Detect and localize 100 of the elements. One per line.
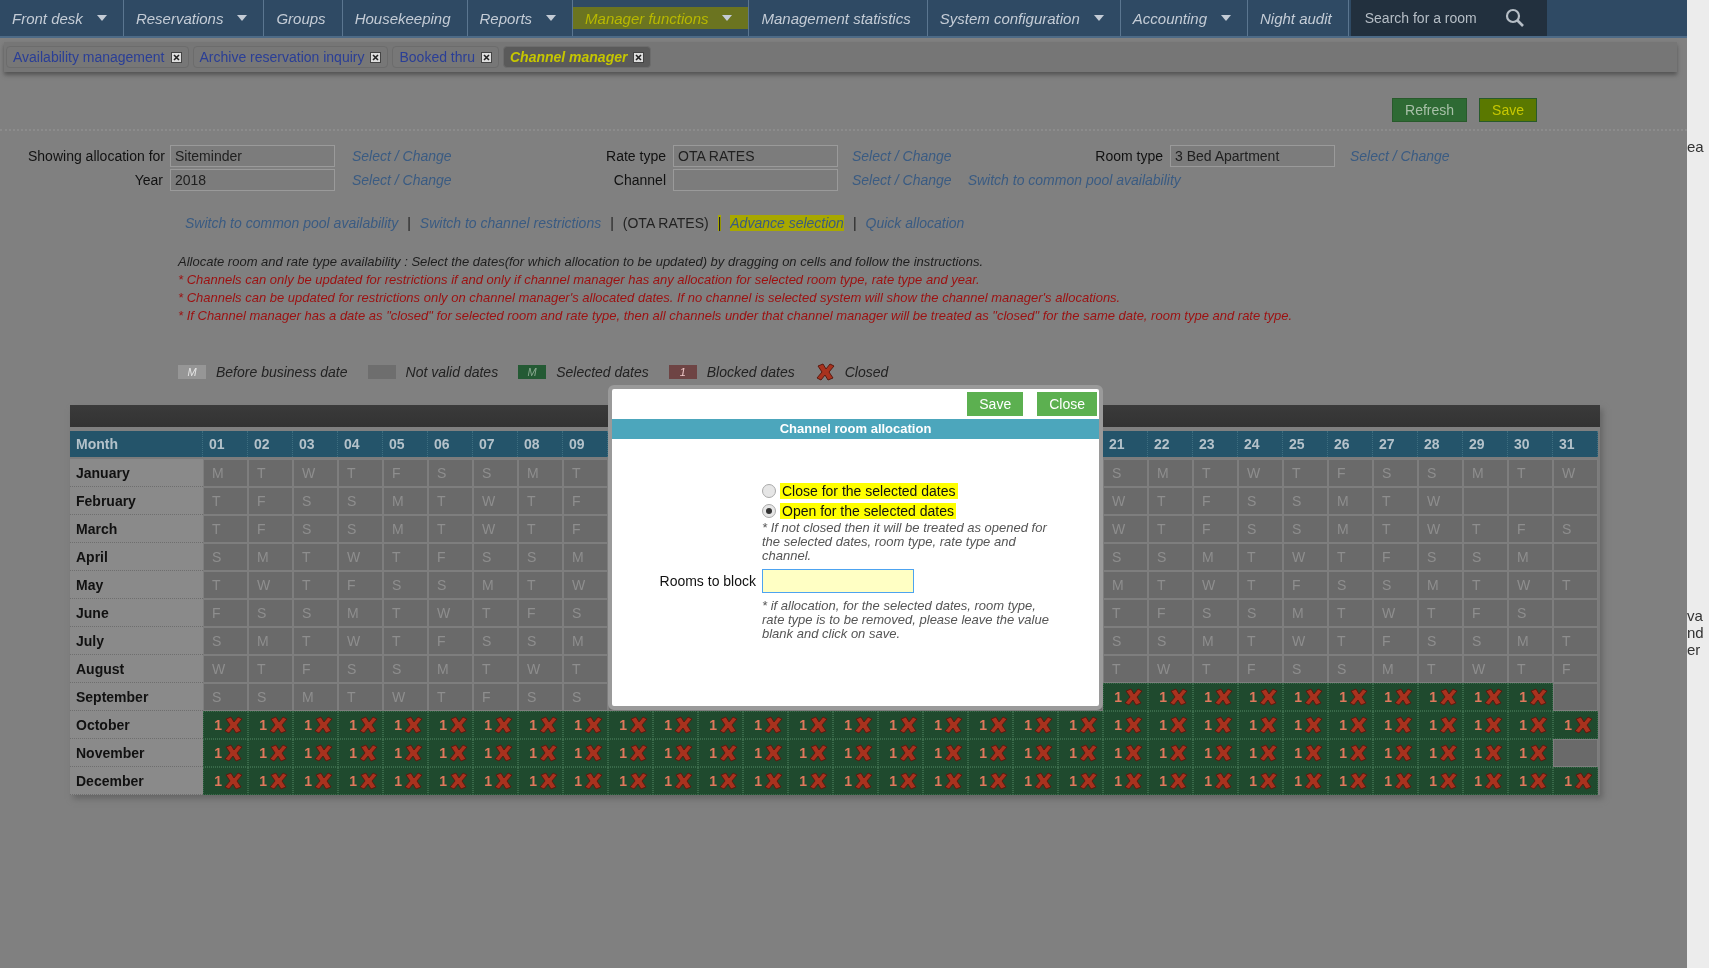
calendar-cell[interactable]: 1 xyxy=(1283,711,1328,739)
close-icon[interactable] xyxy=(170,51,182,63)
calendar-cell[interactable]: 1 xyxy=(1463,711,1508,739)
calendar-cell[interactable]: 1 xyxy=(518,739,563,767)
calendar-cell[interactable]: 1 xyxy=(1328,739,1373,767)
calendar-cell[interactable]: 1 xyxy=(1193,683,1238,711)
calendar-cell[interactable]: 1 xyxy=(698,767,743,795)
calendar-cell[interactable]: 1 xyxy=(1013,739,1058,767)
calendar-cell[interactable]: 1 xyxy=(1328,711,1373,739)
calendar-cell[interactable]: 1 xyxy=(248,739,293,767)
select-change-link[interactable]: Select / Change xyxy=(852,148,952,164)
calendar-cell[interactable]: 1 xyxy=(1463,739,1508,767)
calendar-cell[interactable]: 1 xyxy=(968,739,1013,767)
calendar-cell[interactable]: 1 xyxy=(1013,767,1058,795)
close-icon[interactable] xyxy=(370,51,382,63)
search-icon[interactable] xyxy=(1504,8,1525,28)
calendar-cell[interactable]: 1 xyxy=(473,767,518,795)
close-icon[interactable] xyxy=(480,51,492,63)
calendar-cell[interactable]: 1 xyxy=(608,739,653,767)
option-link[interactable]: Switch to common pool availability xyxy=(185,215,399,231)
calendar-cell[interactable]: 1 xyxy=(293,767,338,795)
calendar-cell[interactable]: 1 xyxy=(1238,683,1283,711)
calendar-cell[interactable]: 1 xyxy=(203,767,248,795)
close-icon[interactable] xyxy=(633,51,645,63)
calendar-cell[interactable]: 1 xyxy=(743,739,788,767)
text-field[interactable] xyxy=(673,169,838,191)
text-field[interactable]: 2018 xyxy=(170,169,335,191)
calendar-cell[interactable]: 1 xyxy=(293,739,338,767)
calendar-cell[interactable]: 1 xyxy=(833,739,878,767)
calendar-cell[interactable]: 1 xyxy=(473,739,518,767)
calendar-cell[interactable]: 1 xyxy=(1553,767,1598,795)
option-link[interactable]: Quick allocation xyxy=(865,215,965,231)
dialog-button[interactable]: Close xyxy=(1037,392,1097,416)
calendar-cell[interactable]: 1 xyxy=(203,711,248,739)
calendar-cell[interactable]: 1 xyxy=(1508,711,1553,739)
calendar-cell[interactable]: 1 xyxy=(1058,711,1103,739)
calendar-cell[interactable]: 1 xyxy=(1328,683,1373,711)
calendar-cell[interactable]: 1 xyxy=(293,711,338,739)
tab-label[interactable]: Channel manager xyxy=(509,49,628,65)
radio-label[interactable]: Close for the selected dates xyxy=(780,483,958,499)
calendar-cell[interactable]: 1 xyxy=(428,711,473,739)
calendar-cell[interactable]: 1 xyxy=(923,767,968,795)
calendar-cell[interactable]: 1 xyxy=(248,711,293,739)
calendar-cell[interactable]: 1 xyxy=(1508,739,1553,767)
calendar-cell[interactable]: 1 xyxy=(1508,683,1553,711)
text-field[interactable]: 3 Bed Apartment xyxy=(1170,145,1335,167)
calendar-cell[interactable]: 1 xyxy=(428,767,473,795)
calendar-cell[interactable]: 1 xyxy=(968,767,1013,795)
calendar-cell[interactable]: 1 xyxy=(833,711,878,739)
select-change-link[interactable]: Select / Change xyxy=(852,172,952,188)
calendar-cell[interactable]: 1 xyxy=(1553,711,1598,739)
calendar-cell[interactable]: 1 xyxy=(1373,739,1418,767)
tab[interactable]: Availability management xyxy=(6,46,189,68)
calendar-cell[interactable]: 1 xyxy=(923,739,968,767)
text-field[interactable]: Siteminder xyxy=(170,145,335,167)
calendar-cell[interactable]: 1 xyxy=(1238,767,1283,795)
calendar-cell[interactable]: 1 xyxy=(338,739,383,767)
calendar-cell[interactable]: 1 xyxy=(878,767,923,795)
search-field[interactable]: Search for a room xyxy=(1350,0,1547,36)
calendar-cell[interactable]: 1 xyxy=(1013,711,1058,739)
calendar-cell[interactable]: 1 xyxy=(1103,711,1148,739)
calendar-cell[interactable]: 1 xyxy=(1418,767,1463,795)
calendar-cell[interactable]: 1 xyxy=(788,711,833,739)
radio-button[interactable] xyxy=(762,484,776,498)
calendar-cell[interactable]: 1 xyxy=(203,739,248,767)
calendar-cell[interactable]: 1 xyxy=(788,767,833,795)
switch-link[interactable]: Switch to common pool availability xyxy=(967,172,1181,188)
calendar-cell[interactable]: 1 xyxy=(1103,767,1148,795)
option-link[interactable]: Advance selection xyxy=(730,215,844,231)
calendar-cell[interactable]: 1 xyxy=(1418,683,1463,711)
calendar-cell[interactable]: 1 xyxy=(1238,739,1283,767)
calendar-cell[interactable]: 1 xyxy=(1193,711,1238,739)
calendar-cell[interactable]: 1 xyxy=(788,739,833,767)
calendar-cell[interactable]: 1 xyxy=(1148,683,1193,711)
calendar-cell[interactable]: 1 xyxy=(1283,767,1328,795)
toolbar-button[interactable]: Save xyxy=(1479,98,1537,122)
calendar-cell[interactable]: 1 xyxy=(383,711,428,739)
calendar-cell[interactable]: 1 xyxy=(1508,767,1553,795)
toolbar-button[interactable]: Refresh xyxy=(1392,98,1468,122)
calendar-cell[interactable]: 1 xyxy=(878,739,923,767)
calendar-cell[interactable]: 1 xyxy=(518,767,563,795)
select-change-link[interactable]: Select / Change xyxy=(352,148,452,164)
calendar-cell[interactable]: 1 xyxy=(1463,683,1508,711)
calendar-cell[interactable]: 1 xyxy=(1373,683,1418,711)
radio-label[interactable]: Open for the selected dates xyxy=(780,503,956,519)
calendar-cell[interactable]: 1 xyxy=(1418,739,1463,767)
rooms-input[interactable] xyxy=(762,569,914,593)
calendar-cell[interactable]: 1 xyxy=(878,711,923,739)
calendar-cell[interactable]: 1 xyxy=(1058,739,1103,767)
calendar-cell[interactable]: 1 xyxy=(563,767,608,795)
calendar-cell[interactable]: 1 xyxy=(1328,767,1373,795)
tab[interactable]: Booked thru xyxy=(392,46,499,68)
calendar-cell[interactable]: 1 xyxy=(1193,739,1238,767)
calendar-cell[interactable]: 1 xyxy=(1463,767,1508,795)
tab-label[interactable]: Archive reservation inquiry xyxy=(199,49,365,65)
calendar-cell[interactable]: 1 xyxy=(563,711,608,739)
select-change-link[interactable]: Select / Change xyxy=(352,172,452,188)
select-change-link[interactable]: Select / Change xyxy=(1350,148,1450,164)
calendar-cell[interactable]: 1 xyxy=(743,767,788,795)
calendar-cell[interactable]: 1 xyxy=(698,739,743,767)
